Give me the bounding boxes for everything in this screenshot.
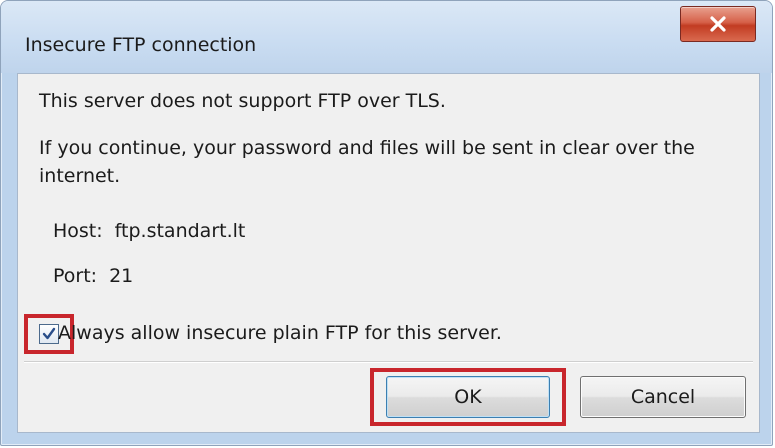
host-label: Host: [53, 220, 103, 242]
port-label: Port: [53, 265, 98, 287]
ok-button[interactable]: OK [386, 376, 550, 418]
dialog-body: This server does not support FTP over TL… [17, 73, 760, 433]
title-bar[interactable]: Insecure FTP connection [1, 1, 772, 73]
dialog-title: Insecure FTP connection [25, 34, 257, 56]
insecure-ftp-dialog: Insecure FTP connection This server does… [0, 0, 773, 446]
button-separator [24, 361, 753, 363]
message-tls-unsupported: This server does not support FTP over TL… [39, 90, 446, 112]
port-value: 21 [109, 265, 134, 287]
port-row: Port: 21 [53, 265, 133, 287]
host-value: ftp.standart.lt [114, 220, 246, 242]
host-row: Host: ftp.standart.lt [53, 220, 245, 242]
close-icon [710, 16, 726, 32]
close-button[interactable] [680, 6, 756, 42]
message-cleartext-warning: If you continue, your password and files… [39, 137, 695, 187]
checkmark-icon [42, 327, 56, 340]
cancel-button[interactable]: Cancel [580, 376, 746, 418]
always-allow-checkbox[interactable] [39, 324, 59, 344]
always-allow-label[interactable]: Always allow insecure plain FTP for this… [58, 322, 502, 344]
